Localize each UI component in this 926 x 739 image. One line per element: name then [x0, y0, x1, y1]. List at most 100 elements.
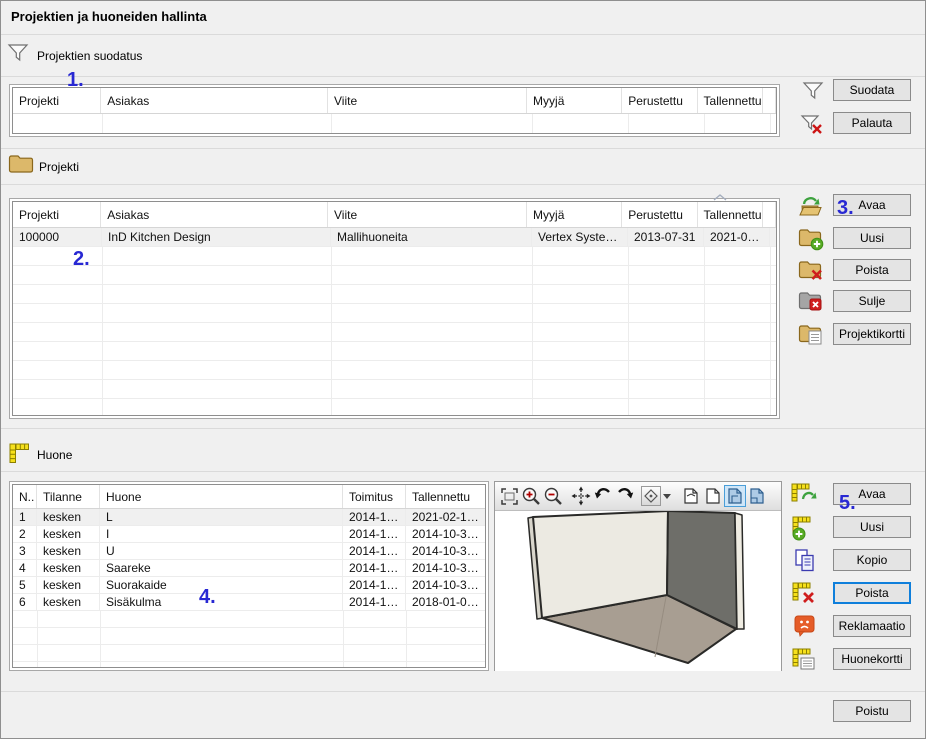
kopio-button[interactable]: Kopio: [833, 549, 911, 571]
project-section-title: Projekti: [39, 160, 79, 174]
column-header[interactable]: Tallennettu: [698, 202, 763, 227]
view-page-3-icon[interactable]: [724, 485, 746, 507]
cell-toimitus: 2014-10-31: [343, 509, 406, 526]
cell-nro: 5: [13, 577, 37, 594]
huonekortti-button[interactable]: Huonekortti: [833, 648, 911, 670]
table-row-room-5[interactable]: 5 kesken Suorakaide 2014-10-31 2014-10-3…: [13, 577, 485, 594]
reklamaatio-button[interactable]: Reklamaatio: [833, 615, 911, 637]
pan-icon[interactable]: [570, 485, 592, 507]
cell-huone: L: [100, 509, 343, 526]
poistu-button[interactable]: Poistu: [833, 700, 911, 722]
project-table-empty-area[interactable]: [13, 247, 776, 415]
cell-tallennettu: 2014-10-30 ...: [406, 577, 485, 594]
column-header[interactable]: Huone: [100, 485, 343, 508]
column-header[interactable]: Myyjä: [527, 202, 622, 227]
room-table-empty-area[interactable]: [13, 611, 485, 667]
folder-open-arrow-icon[interactable]: [797, 193, 824, 222]
table-row-room-6[interactable]: 6 kesken Sisäkulma 2014-10-31 2018-01-09…: [13, 594, 485, 611]
cell-huone: I: [100, 526, 343, 543]
cell-huone: Suorakaide: [100, 577, 343, 594]
view-page-4-icon[interactable]: [746, 485, 768, 507]
suodata-button[interactable]: Suodata: [833, 79, 911, 101]
palauta-button[interactable]: Palauta: [833, 112, 911, 134]
table-row-room-4[interactable]: 4 kesken Saareke 2014-10-31 2014-10-30 .…: [13, 560, 485, 577]
table-row-room-3[interactable]: 3 kesken U 2014-10-31 2014-10-30 ...: [13, 543, 485, 560]
filter-section-title: Projektien suodatus: [37, 49, 142, 63]
folder-add-icon[interactable]: [798, 227, 824, 254]
room-section-title: Huone: [37, 448, 72, 462]
room-table-header: N.. Tilanne Huone Toimitus Tallennettu: [13, 485, 485, 509]
column-header[interactable]: Perustettu: [622, 88, 697, 113]
room-3d-view[interactable]: [495, 511, 781, 674]
column-header[interactable]: Asiakas: [101, 88, 328, 113]
column-header[interactable]: Projekti: [13, 202, 101, 227]
cell-myyja: Vertex Systems Oy: [532, 228, 628, 247]
cell-huone: Saareke: [100, 560, 343, 577]
column-header[interactable]: Tallennettu: [406, 485, 485, 508]
view-page-1-icon[interactable]: [680, 485, 702, 507]
filter-table-empty-area[interactable]: [13, 114, 776, 133]
poista-project-button[interactable]: Poista: [833, 259, 911, 281]
cell-asiakas: InD Kitchen Design: [102, 228, 331, 247]
page-title: Projektien ja huoneiden hallinta: [11, 9, 207, 24]
zoom-out-icon[interactable]: [542, 485, 564, 507]
cell-tallennettu: 2021-02-16: [704, 228, 770, 247]
funnel-clear-icon[interactable]: [800, 112, 824, 139]
column-header[interactable]: Projekti: [13, 88, 101, 113]
cell-nro: 6: [13, 594, 37, 611]
cell-perustettu: 2013-07-31: [628, 228, 704, 247]
column-header[interactable]: Viite: [328, 202, 527, 227]
rotate-right-icon[interactable]: [614, 485, 636, 507]
ruler-delete-icon[interactable]: [791, 581, 817, 610]
divider: [1, 691, 926, 692]
column-header[interactable]: Asiakas: [101, 202, 328, 227]
annotation-4: 4.: [199, 587, 216, 607]
ruler-card-icon[interactable]: [791, 647, 817, 676]
column-header[interactable]: N..: [13, 485, 37, 508]
cell-tilanne: kesken: [37, 509, 100, 526]
view-page-2-icon[interactable]: [702, 485, 724, 507]
project-table-header: Projekti Asiakas Viite Myyjä Perustettu …: [13, 202, 776, 228]
poista-room-button[interactable]: Poista: [833, 582, 911, 604]
rotate-left-icon[interactable]: [592, 485, 614, 507]
column-header[interactable]: Myyjä: [527, 88, 622, 113]
table-row-project-100000[interactable]: 100000 InD Kitchen Design Mallihuoneita …: [13, 228, 776, 247]
center-view-icon[interactable]: [641, 486, 661, 506]
uusi-project-button[interactable]: Uusi: [833, 227, 911, 249]
filter-table-header: Projekti Asiakas Viite Myyjä Perustettu …: [13, 88, 776, 114]
column-header[interactable]: Perustettu: [622, 202, 697, 227]
cell-nro: 4: [13, 560, 37, 577]
ruler-open-arrow-icon[interactable]: [791, 482, 818, 509]
ruler-add-icon[interactable]: [791, 515, 817, 544]
folder-delete-icon[interactable]: [798, 259, 824, 286]
funnel-icon: [7, 42, 29, 67]
sort-indicator-icon[interactable]: [712, 190, 728, 204]
table-row-room-2[interactable]: 2 kesken I 2014-10-31 2014-10-30 ...: [13, 526, 485, 543]
cell-projekti: 100000: [13, 228, 102, 247]
column-header[interactable]: Tallennettu: [698, 88, 763, 113]
table-row-room-1[interactable]: 1 kesken L 2014-10-31 2021-02-15 ...: [13, 509, 485, 526]
copy-icon[interactable]: [793, 548, 817, 577]
cell-tallennettu: 2018-01-09 ...: [406, 594, 485, 611]
complaint-bubble-icon[interactable]: [793, 614, 817, 641]
funnel-icon[interactable]: [802, 80, 824, 105]
column-header[interactable]: Tilanne: [37, 485, 100, 508]
column-header[interactable]: Toimitus: [343, 485, 406, 508]
projektikortti-button[interactable]: Projektikortti: [833, 323, 911, 345]
folder-close-icon[interactable]: [798, 290, 824, 317]
divider: [1, 184, 926, 185]
column-header[interactable]: Viite: [328, 88, 527, 113]
uusi-room-button[interactable]: Uusi: [833, 516, 911, 538]
cell-toimitus: 2014-10-31: [343, 543, 406, 560]
divider: [1, 148, 926, 149]
cell-tallennettu: 2014-10-30 ...: [406, 543, 485, 560]
cell-tallennettu: 2021-02-15 ...: [406, 509, 485, 526]
fit-view-icon[interactable]: [498, 485, 520, 507]
zoom-in-icon[interactable]: [520, 485, 542, 507]
divider: [1, 471, 926, 472]
sulje-project-button[interactable]: Sulje: [833, 290, 911, 312]
cell-tallennettu: 2014-10-30 ...: [406, 560, 485, 577]
cell-tilanne: kesken: [37, 577, 100, 594]
folder-card-icon[interactable]: [798, 323, 824, 350]
dropdown-caret-icon[interactable]: [661, 485, 672, 507]
